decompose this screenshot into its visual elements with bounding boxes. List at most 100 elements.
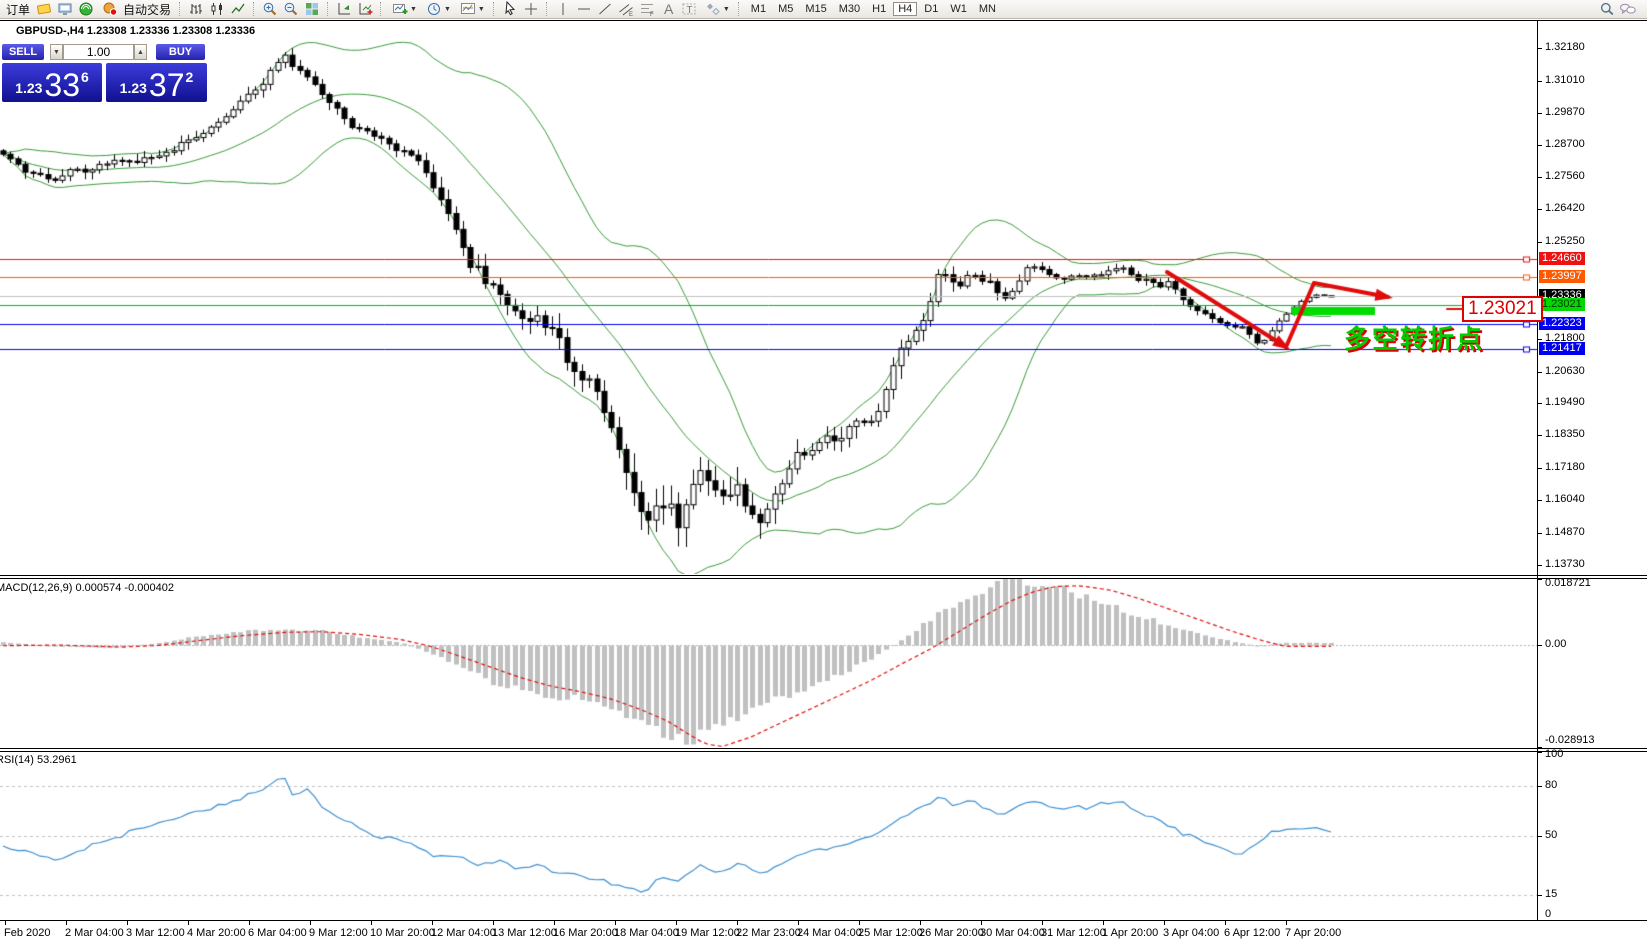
time-axis-tick: [798, 921, 799, 925]
timeframe-m15[interactable]: M15: [800, 2, 831, 16]
axis-tick: [1537, 145, 1542, 146]
autotrading-button[interactable]: 自动交易: [97, 1, 174, 18]
autotrading-label: 自动交易: [123, 1, 171, 18]
signals-icon[interactable]: [76, 1, 96, 18]
candlestick-chart-icon[interactable]: [207, 1, 227, 18]
price-tick-label: 1.32180: [1545, 41, 1585, 54]
chart-profile-icon[interactable]: [334, 1, 354, 18]
axis-tick: [1537, 81, 1542, 82]
main-chart-canvas[interactable]: [0, 20, 1537, 574]
buy-button[interactable]: BUY: [156, 44, 205, 60]
time-axis-tick: [127, 921, 128, 925]
new-order-button[interactable]: 订单: [3, 1, 33, 18]
market-watch-icon[interactable]: [55, 1, 75, 18]
trendline-icon[interactable]: [595, 1, 615, 18]
timeframe-h4[interactable]: H4: [893, 2, 917, 16]
vertical-line-icon[interactable]: [553, 1, 573, 18]
price-tick-label: 1.26420: [1545, 202, 1585, 215]
time-axis-tick: [188, 921, 189, 925]
horizontal-line-icon[interactable]: [574, 1, 594, 18]
timeframe-mn[interactable]: MN: [974, 2, 1001, 16]
channel-icon[interactable]: E: [616, 1, 636, 18]
tile-windows-icon[interactable]: [302, 1, 322, 18]
sell-button[interactable]: SELL: [2, 44, 44, 60]
macd-tick-label: 0.00: [1545, 638, 1566, 651]
timeframe-w1[interactable]: W1: [945, 2, 972, 16]
line-chart-icon[interactable]: [228, 1, 248, 18]
timeframe-m5[interactable]: M5: [773, 2, 798, 16]
symbol-ohlc-header: GBPUSD-,H4 1.23308 1.23336 1.23308 1.233…: [16, 25, 255, 37]
cursor-icon[interactable]: [500, 1, 520, 18]
spacer: [147, 44, 156, 60]
text-label-icon[interactable]: T: [679, 1, 699, 18]
zoom-out-icon[interactable]: [281, 1, 301, 18]
time-axis-tick: [5, 921, 6, 925]
crosshair-icon[interactable]: [521, 1, 541, 18]
price-tick-label: 1.20630: [1545, 365, 1585, 378]
dropdown-caret: ▼: [723, 6, 730, 13]
rsi-panel-canvas[interactable]: [0, 752, 1537, 920]
timeframe-m1[interactable]: M1: [746, 2, 771, 16]
buy-price-display[interactable]: 1.23 37 2: [106, 63, 207, 102]
text-icon[interactable]: A: [658, 1, 678, 18]
time-axis-tick: [1103, 921, 1104, 925]
timeframe-m30[interactable]: M30: [834, 2, 865, 16]
template-button[interactable]: ▼: [455, 1, 488, 18]
axis-tick: [1537, 48, 1542, 49]
toolbar-separator: [546, 2, 548, 16]
panel-separator[interactable]: [0, 575, 1647, 576]
timeframe-h1[interactable]: H1: [867, 2, 891, 16]
volume-increase-button[interactable]: ▲: [134, 44, 147, 60]
axis-tick: [1537, 645, 1542, 646]
time-axis-label: 13 Mar 12:00: [492, 927, 557, 939]
axis-tick: [1537, 242, 1542, 243]
time-axis-tick: [66, 921, 67, 925]
fibonacci-icon[interactable]: F: [637, 1, 657, 18]
macd-tick-label: 0.018721: [1545, 577, 1591, 590]
time-axis-label: 24 Mar 04:00: [797, 927, 862, 939]
new-order-label: 订单: [6, 1, 30, 18]
level-price-label: 1.21417: [1539, 342, 1585, 355]
time-axis-label: 7 Apr 20:00: [1285, 927, 1341, 939]
sell-price-pips: 33: [44, 68, 80, 102]
svg-text:E: E: [629, 12, 633, 17]
price-axis: 1.321801.310101.298701.287001.275601.264…: [1537, 0, 1647, 943]
time-axis-tick: [981, 921, 982, 925]
price-tick-label: 1.27560: [1545, 170, 1585, 183]
volume-input[interactable]: [63, 44, 134, 60]
level-price-label: 1.24660: [1539, 252, 1585, 265]
new-chart-button[interactable]: ▼: [387, 1, 420, 18]
timeframe-d1[interactable]: D1: [919, 2, 943, 16]
time-axis-tick: [1286, 921, 1287, 925]
toolbar-separator: [493, 2, 495, 16]
turning-point-note[interactable]: 多空转折点: [1344, 319, 1484, 356]
svg-text:A: A: [664, 1, 674, 17]
time-axis-label: 3 Apr 04:00: [1163, 927, 1219, 939]
axis-tick: [1537, 565, 1542, 566]
axis-tick: [1537, 468, 1542, 469]
bar-chart-icon[interactable]: [186, 1, 206, 18]
time-axis: Feb 20202 Mar 04:003 Mar 12:004 Mar 20:0…: [0, 920, 1537, 943]
panel-separator[interactable]: [0, 748, 1647, 749]
zoom-in-icon[interactable]: [260, 1, 280, 18]
time-axis-tick: [554, 921, 555, 925]
macd-panel-canvas[interactable]: [0, 579, 1537, 747]
shapes-button[interactable]: ▼: [700, 1, 733, 18]
time-axis-label: 4 Mar 20:00: [187, 927, 246, 939]
chart-profile-add-icon[interactable]: [355, 1, 375, 18]
axis-tick: [1537, 786, 1542, 787]
time-axis-label: 22 Mar 23:00: [736, 927, 801, 939]
toolbar-separator: [179, 2, 181, 16]
rsi-tick-label: 80: [1545, 779, 1557, 792]
time-axis-label: 25 Mar 12:00: [858, 927, 923, 939]
period-button[interactable]: ▼: [421, 1, 454, 18]
rsi-tick-label: 50: [1545, 829, 1557, 842]
journal-icon[interactable]: [34, 1, 54, 18]
buy-price-pips: 37: [149, 68, 185, 102]
sell-price-display[interactable]: 1.23 33 6: [2, 63, 102, 102]
axis-tick: [1537, 920, 1542, 921]
time-axis-label: Feb 2020: [4, 927, 50, 939]
volume-decrease-button[interactable]: ▼: [50, 44, 63, 60]
dropdown-caret: ▼: [478, 6, 485, 13]
time-axis-label: 6 Apr 12:00: [1224, 927, 1280, 939]
